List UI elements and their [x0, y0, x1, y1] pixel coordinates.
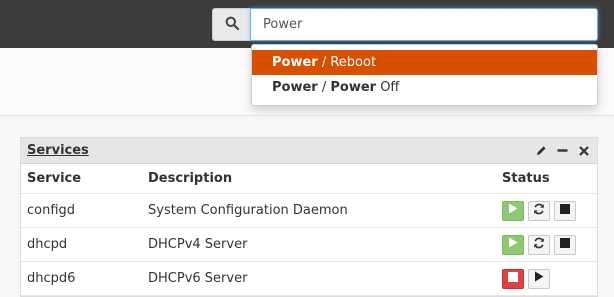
service-name: configd — [27, 203, 76, 218]
restart-button[interactable] — [528, 234, 550, 255]
column-header-description: Description — [148, 171, 233, 186]
table-header-row: Service Description Status — [21, 164, 597, 194]
widget-header: Services — [21, 138, 597, 164]
close-icon[interactable] — [578, 143, 589, 158]
search-addon — [212, 8, 251, 41]
stopped-status-button[interactable] — [502, 268, 524, 289]
stop-icon — [560, 237, 570, 252]
suggestion-power-reboot[interactable]: Power / Reboot — [252, 50, 597, 75]
column-header-service: Service — [27, 171, 82, 186]
table-row: dhcpd DHCPv4 Server — [21, 228, 597, 262]
suggestion-match-2: Power — [330, 80, 377, 95]
play-icon — [534, 271, 544, 286]
suggestion-separator: / — [317, 80, 331, 95]
service-description: DHCPv4 Server — [148, 237, 248, 252]
search-suggestions-dropdown: Power / Reboot Power / Power Off — [251, 44, 598, 106]
suggestion-rest: / Reboot — [317, 55, 377, 70]
column-header-status: Status — [502, 171, 550, 186]
table-row: configd System Configuration Daemon — [21, 194, 597, 228]
suggestion-power-off[interactable]: Power / Power Off — [252, 75, 597, 100]
search-input[interactable] — [250, 8, 598, 41]
suggestion-match: Power — [272, 55, 318, 70]
suggestion-rest: Off — [376, 80, 400, 95]
running-status-button[interactable] — [502, 200, 524, 221]
minus-icon[interactable] — [557, 143, 568, 158]
search-icon — [225, 16, 240, 34]
pencil-icon[interactable] — [536, 143, 547, 158]
restart-icon — [533, 237, 545, 253]
widget-title-link[interactable]: Services — [27, 143, 89, 158]
play-icon — [508, 203, 518, 218]
start-button[interactable] — [528, 268, 550, 289]
restart-button[interactable] — [528, 200, 550, 221]
service-description: System Configuration Daemon — [148, 203, 348, 218]
service-description: DHCPv6 Server — [148, 271, 248, 286]
service-name: dhcpd6 — [27, 271, 76, 286]
services-widget: Services Service Description Status conf… — [20, 137, 598, 297]
suggestion-match: Power — [272, 80, 318, 95]
play-icon — [508, 237, 518, 252]
stop-icon — [560, 203, 570, 218]
stop-button[interactable] — [554, 200, 576, 221]
service-name: dhcpd — [27, 237, 68, 252]
stop-icon — [508, 271, 518, 286]
stop-button[interactable] — [554, 234, 576, 255]
running-status-button[interactable] — [502, 234, 524, 255]
restart-icon — [533, 203, 545, 219]
table-row: dhcpd6 DHCPv6 Server — [21, 262, 597, 296]
